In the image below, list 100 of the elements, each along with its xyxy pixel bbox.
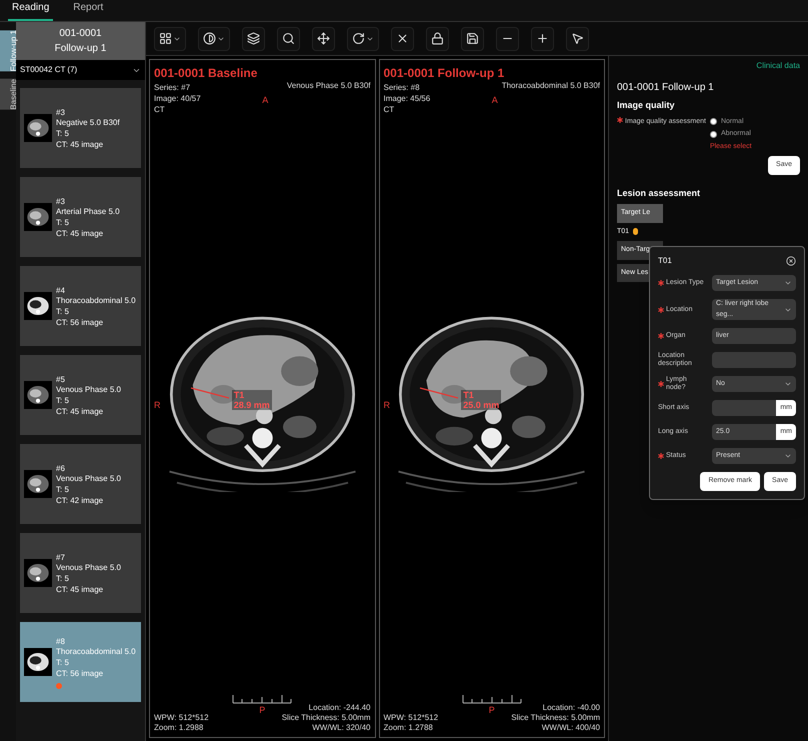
section-heading: Image quality xyxy=(617,99,676,112)
rotate-tool-button[interactable] xyxy=(347,26,379,50)
series-thickness: T: 5 xyxy=(56,128,70,138)
viewport-info: Image: 40/57 xyxy=(154,93,201,104)
lesion-measurement: 28.9 mm xyxy=(234,400,270,410)
series-number: #8 xyxy=(56,636,66,646)
series-name: Venous Phase 5.0 xyxy=(56,562,121,572)
series-count: CT: 56 image xyxy=(56,668,104,678)
orientation-label: A xyxy=(262,94,268,107)
series-name: Venous Phase 5.0 xyxy=(56,384,121,394)
move-tool-button[interactable] xyxy=(312,26,335,50)
radio-button[interactable] xyxy=(710,118,717,126)
viewport-info: Series: #7 xyxy=(154,82,190,93)
series-number: #3 xyxy=(56,106,66,118)
grid-icon xyxy=(159,32,172,45)
series-number: #3 xyxy=(56,196,66,206)
magnifier-icon xyxy=(282,32,295,45)
series-number: #5 xyxy=(56,374,66,384)
ct-thumbnail xyxy=(24,114,52,142)
series-count: CT: 56 image xyxy=(56,316,104,328)
ct-thumbnail xyxy=(24,203,52,231)
caret-icon xyxy=(784,452,792,460)
viewport-title: 001-0001 Baseline xyxy=(154,65,258,82)
series-item[interactable]: #3 Negative 5.0 B30f T: 5 CT: 45 image xyxy=(20,88,141,168)
contrast-tool-button[interactable] xyxy=(198,26,230,50)
viewport-info: CT xyxy=(154,104,165,115)
series-thickness: T: 5 xyxy=(56,656,70,668)
image-viewport[interactable]: 001-0001 Follow-up 1 Series: #8 Image: 45/56 CT A Thoracoabdominal 5.0 B30f R T1 25.0 mm P WPW: 512*512 Zoom: 1.2788 Location: -40.00 Slice Thickness: 5.00mm WW/WL: 400/40 xyxy=(378,59,605,738)
ct-thumbnail xyxy=(24,381,52,409)
layers-icon xyxy=(247,32,260,45)
measurement-line xyxy=(190,386,230,400)
orientation-label: A xyxy=(492,94,498,107)
series-count: CT: 45 image xyxy=(56,584,104,594)
viewport-info: Slice Thickness: 5.00mm xyxy=(511,713,600,723)
series-count: CT: 45 image xyxy=(56,138,104,150)
orientation-label: R xyxy=(154,398,160,412)
ct-thumbnail xyxy=(24,559,52,587)
viewport-info: WW/WL: 320/40 xyxy=(312,723,370,733)
floppy-tool-button[interactable] xyxy=(461,26,484,50)
caret-icon xyxy=(784,279,792,287)
series-item[interactable]: #5 Venous Phase 5.0 T: 5 CT: 45 image xyxy=(20,355,141,435)
viewport-info: Image: 45/56 xyxy=(384,93,430,104)
series-count: CT: 45 image xyxy=(56,228,104,238)
series-thickness: T: 5 xyxy=(56,394,70,406)
plus-tool-button[interactable] xyxy=(531,26,554,50)
series-number: #6 xyxy=(56,462,66,474)
series-name: Negative 5.0 B30f xyxy=(56,118,120,128)
pointer-icon xyxy=(571,32,584,45)
series-select[interactable]: ST00042 CT (7) xyxy=(16,60,145,80)
series-item[interactable]: #7 Venous Phase 5.0 T: 5 CT: 45 image xyxy=(20,533,141,613)
viewport-info: CT xyxy=(384,104,394,115)
series-thickness: T: 5 xyxy=(56,572,70,584)
series-name: Venous Phase 5.0 xyxy=(56,474,121,484)
x-tool-button[interactable] xyxy=(391,26,414,50)
lesion-label: T1 xyxy=(234,390,246,400)
input-field[interactable] xyxy=(712,352,796,368)
measurement-line xyxy=(419,386,460,400)
close-icon[interactable] xyxy=(786,256,796,266)
image-viewport[interactable]: 001-0001 Baseline Series: #7 Image: 40/57 CT A Venous Phase 5.0 B30f R T1 28.9 mm P WPW: 512*512 Zoom: 1.2988 Location: -244.40 Slice Thickness: 5.00mm WW/WL: 320/40 xyxy=(149,59,376,738)
layers-tool-button[interactable] xyxy=(242,26,265,50)
input-field[interactable] xyxy=(712,400,776,416)
move-icon xyxy=(317,32,330,45)
study-visit: Follow-up 1 xyxy=(54,42,106,56)
series-count: CT: 42 image xyxy=(56,494,104,506)
caret-icon xyxy=(784,380,792,388)
lesion-label: T1 xyxy=(463,390,475,400)
rotate-icon xyxy=(352,32,365,45)
orientation-label: P xyxy=(488,704,495,716)
floppy-icon xyxy=(466,32,479,45)
orientation-label: P xyxy=(259,704,266,716)
series-name: Thoracoabdominal 5.0 xyxy=(56,296,136,306)
clinical-data-link[interactable]: Clinical data xyxy=(756,60,800,72)
series-description: Thoracoabdominal 5.0 B30f xyxy=(502,80,600,92)
study-id: 001-0001 xyxy=(59,27,102,41)
plus-icon xyxy=(536,32,549,45)
viewport-info: Series: #8 xyxy=(384,82,420,93)
lesion-measurement: 25.0 mm xyxy=(463,400,500,410)
magnifier-tool-button[interactable] xyxy=(277,26,300,50)
lock-tool-button[interactable] xyxy=(426,26,449,50)
menu-tab[interactable]: Report xyxy=(69,0,108,21)
series-thickness: T: 5 xyxy=(56,306,70,316)
series-name: Arterial Phase 5.0 xyxy=(56,206,120,216)
pointer-tool-button[interactable] xyxy=(566,26,589,50)
viewport-info: Zoom: 1.2988 xyxy=(154,723,204,733)
series-count: CT: 45 image xyxy=(56,406,104,416)
contrast-icon xyxy=(203,32,216,45)
series-item[interactable]: #3 Arterial Phase 5.0 T: 5 CT: 45 image xyxy=(20,177,141,257)
series-description: Venous Phase 5.0 B30f xyxy=(286,80,370,92)
radio-button[interactable] xyxy=(710,130,717,138)
series-number: #4 xyxy=(56,284,66,296)
side-tab[interactable]: Baseline xyxy=(0,79,16,110)
grid-tool-button[interactable] xyxy=(154,26,186,50)
series-item[interactable]: #4 Thoracoabdominal 5.0 T: 5 CT: 56 image xyxy=(20,266,141,346)
series-thickness: T: 5 xyxy=(56,216,70,228)
series-name: Thoracoabdominal 5.0 xyxy=(56,646,136,656)
viewport-info: WPW: 512*512 xyxy=(154,713,209,723)
orientation-label: R xyxy=(384,398,390,412)
series-item[interactable]: #6 Venous Phase 5.0 T: 5 CT: 42 image xyxy=(20,444,141,524)
ct-thumbnail xyxy=(24,292,52,320)
ct-thumbnail xyxy=(24,648,52,676)
